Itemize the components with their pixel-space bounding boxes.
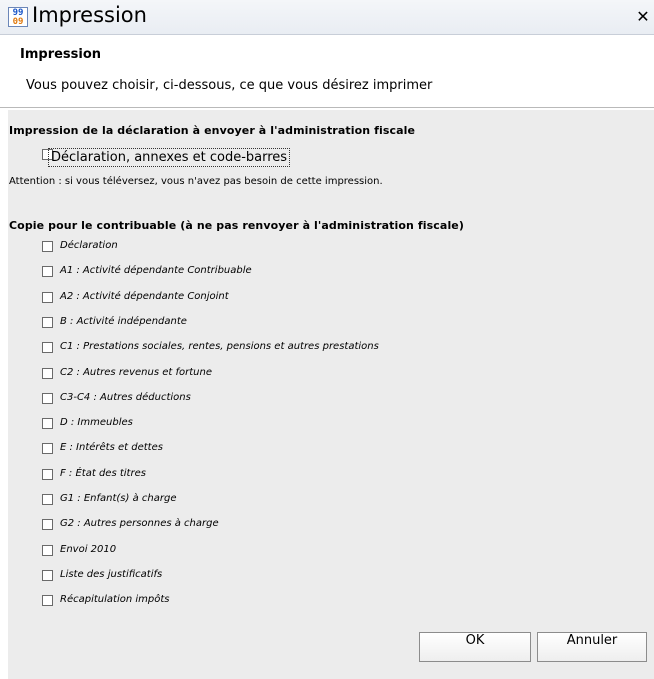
copy-item-checkbox[interactable] (42, 241, 53, 252)
copy-item-label[interactable]: Liste des justificatifs (60, 569, 162, 580)
close-button[interactable]: ✕ (636, 9, 650, 25)
section-declaration-title: Impression de la déclaration à envoyer à… (9, 124, 416, 137)
copy-item-label[interactable]: Envoi 2010 (60, 544, 116, 555)
copy-item-checkbox[interactable] (42, 570, 53, 581)
title-bar: 99 09 Impression ✕ (0, 0, 654, 35)
copy-item-label[interactable]: A2 : Activité dépendante Conjoint (60, 291, 229, 302)
copy-item-label[interactable]: Déclaration (60, 240, 118, 251)
copy-item-checkbox[interactable] (42, 519, 53, 530)
copy-item-checkbox[interactable] (42, 418, 53, 429)
cancel-button[interactable]: Annuler (537, 632, 647, 662)
copy-item-checkbox[interactable] (42, 317, 53, 328)
app-icon-bottom-text: 09 (12, 17, 24, 27)
copy-item-label[interactable]: Récapitulation impôts (60, 594, 169, 605)
copy-item-checkbox[interactable] (42, 266, 53, 277)
header-description: Vous pouvez choisir, ci-dessous, ce que … (26, 78, 433, 93)
copy-item-checkbox[interactable] (42, 368, 53, 379)
copy-item-label[interactable]: B : Activité indépendante (60, 316, 187, 327)
dialog-header: Impression Vous pouvez choisir, ci-desso… (0, 35, 654, 108)
copy-item-label[interactable]: D : Immeubles (60, 417, 133, 428)
header-title: Impression (20, 47, 102, 62)
copy-item-label[interactable]: C3-C4 : Autres déductions (60, 392, 191, 403)
copy-item-checkbox[interactable] (42, 595, 53, 606)
copy-item-label[interactable]: G2 : Autres personnes à charge (60, 518, 219, 529)
copy-item-label[interactable]: C2 : Autres revenus et fortune (60, 367, 212, 378)
ok-button[interactable]: OK (419, 632, 531, 662)
close-icon: ✕ (636, 7, 650, 26)
app-icon: 99 09 (8, 7, 28, 27)
copy-item-checkbox[interactable] (42, 393, 53, 404)
copy-item-checkbox[interactable] (42, 545, 53, 556)
copy-item-label[interactable]: F : État des titres (60, 468, 146, 479)
copy-item-label[interactable]: G1 : Enfant(s) à charge (60, 493, 176, 504)
section-copy-title: Copie pour le contribuable (à ne pas ren… (9, 219, 464, 232)
copy-item-checkbox[interactable] (42, 443, 53, 454)
declaration-checkbox-label[interactable]: Déclaration, annexes et code-barres (48, 148, 291, 167)
copy-item-checkbox[interactable] (42, 494, 53, 505)
window-title: Impression (32, 3, 147, 27)
copy-item-label[interactable]: A1 : Activité dépendante Contribuable (60, 265, 252, 276)
copy-item-checkbox[interactable] (42, 292, 53, 303)
upload-note: Attention : si vous téléversez, vous n'a… (9, 176, 383, 187)
copy-item-label[interactable]: E : Intérêts et dettes (60, 442, 163, 453)
copy-item-checkbox[interactable] (42, 342, 53, 353)
copy-item-checkbox[interactable] (42, 469, 53, 480)
copy-item-label[interactable]: C1 : Prestations sociales, rentes, pensi… (60, 341, 379, 352)
